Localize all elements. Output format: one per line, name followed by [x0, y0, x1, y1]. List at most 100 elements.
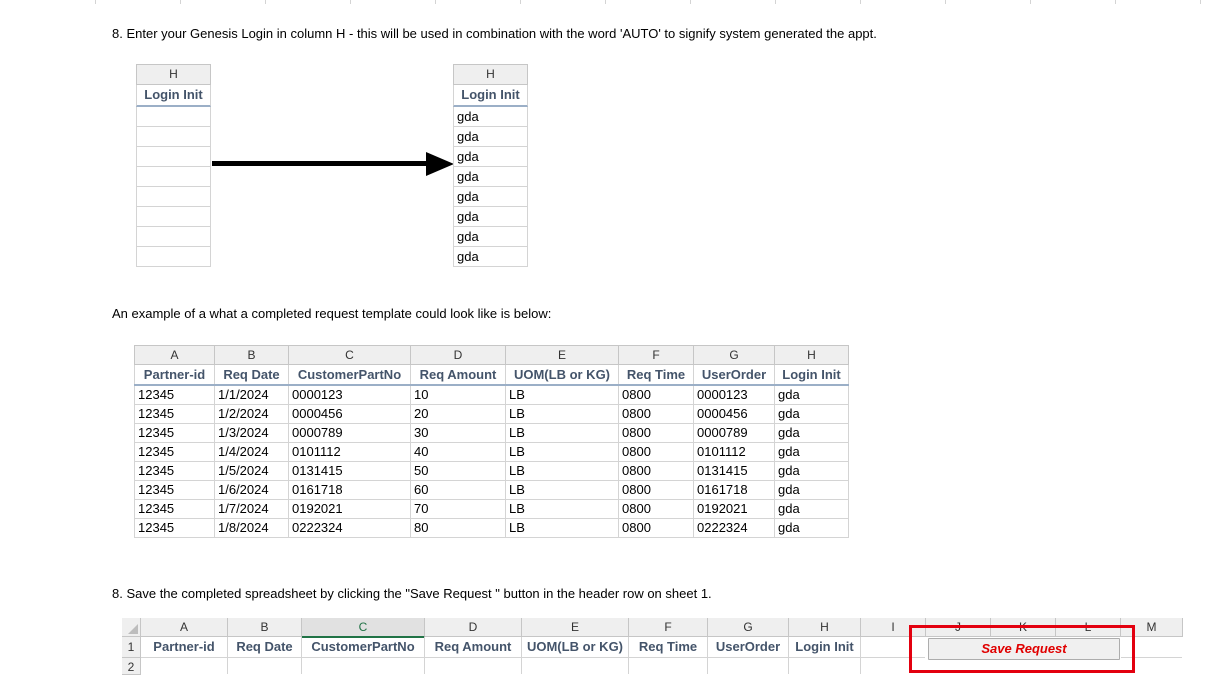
table-cell: gda [774, 404, 849, 424]
table-cell: gda [453, 107, 528, 127]
column-letter: A [134, 345, 215, 365]
table-cell: gda [774, 499, 849, 519]
column-letter: F [618, 345, 694, 365]
cell-customer-part-no-header[interactable]: CustomerPartNo [302, 637, 425, 658]
filled-login-column: H Login Init gda gda gda gda gda gda gda… [453, 64, 528, 267]
table-cell: 0800 [618, 423, 694, 443]
column-letter: H [136, 64, 211, 85]
column-letter: H [774, 345, 849, 365]
table-cell: 0800 [618, 499, 694, 519]
column-header-c[interactable]: C [302, 618, 425, 638]
table-cell: 12345 [134, 480, 215, 500]
table-row: 12345 1/7/2024 0192021 70 LB 0800 0192021 gda [134, 499, 849, 519]
table-cell [136, 107, 211, 127]
table-cell: 12345 [134, 384, 215, 405]
table-cell: 0800 [618, 404, 694, 424]
column-header-b[interactable]: B [228, 618, 302, 637]
cell-req-date-header[interactable]: Req Date [228, 637, 302, 658]
column-header: UserOrder [693, 364, 775, 386]
column-header-e[interactable]: E [522, 618, 629, 637]
table-cell: LB [505, 442, 619, 462]
table-cell: 0000123 [693, 384, 775, 405]
table-cell: 1/4/2024 [214, 442, 289, 462]
table-cell: LB [505, 423, 619, 443]
table-cell: 0800 [618, 442, 694, 462]
column-header: Login Init [774, 364, 849, 386]
column-header: Req Date [214, 364, 289, 386]
table-cell: 0800 [618, 480, 694, 500]
empty-login-column: H Login Init [136, 64, 211, 267]
column-header-f[interactable]: F [629, 618, 708, 637]
table-cell: 70 [410, 499, 506, 519]
table-cell: 10 [410, 384, 506, 405]
table-row: 12345 1/6/2024 0161718 60 LB 0800 0161718 gda [134, 480, 849, 500]
column-letter-row: A B C D E F G H [134, 345, 849, 365]
cell-partner-id-header[interactable]: Partner-id [141, 637, 228, 658]
table-cell: 1/1/2024 [214, 384, 289, 405]
column-header-h[interactable]: H [789, 618, 861, 637]
table-cell: 1/6/2024 [214, 480, 289, 500]
table-cell [136, 167, 211, 187]
cell-user-order-header[interactable]: UserOrder [708, 637, 789, 658]
table-cell: LB [505, 499, 619, 519]
column-header: CustomerPartNo [288, 364, 411, 386]
cell-req-amount-header[interactable]: Req Amount [425, 637, 522, 658]
column-header-g[interactable]: G [708, 618, 789, 637]
table-cell: 1/3/2024 [214, 423, 289, 443]
step-8-save-instruction: 8. Save the completed spreadsheet by cli… [112, 586, 712, 601]
table-cell: 60 [410, 480, 506, 500]
top-gridline-strip [0, 0, 1229, 4]
table-cell: 1/2/2024 [214, 404, 289, 424]
table-cell: gda [774, 518, 849, 538]
table-row: 12345 1/8/2024 0222324 80 LB 0800 0222324 gda [134, 518, 849, 538]
table-cell: gda [453, 127, 528, 147]
column-header-a[interactable]: A [141, 618, 228, 637]
table-cell: 50 [410, 461, 506, 481]
table-cell: 12345 [134, 442, 215, 462]
cell-uom-header[interactable]: UOM(LB or KG) [522, 637, 629, 658]
table-cell: 0161718 [288, 480, 411, 500]
table-cell [136, 187, 211, 207]
table-cell: 12345 [134, 499, 215, 519]
column-header-d[interactable]: D [425, 618, 522, 637]
table-cell: gda [774, 461, 849, 481]
table-cell: 20 [410, 404, 506, 424]
table-cell: 0222324 [288, 518, 411, 538]
row-header-1[interactable]: 1 [122, 637, 141, 658]
column-letter: H [453, 64, 528, 85]
table-cell: LB [505, 480, 619, 500]
table-cell: gda [453, 247, 528, 267]
right-arrow-icon [212, 152, 454, 176]
table-row: 12345 1/1/2024 0000123 10 LB 0800 0000123 gda [134, 384, 849, 405]
table-cell [136, 247, 211, 267]
table-cell: 0101112 [693, 442, 775, 462]
table-cell: 12345 [134, 518, 215, 538]
example-request-table: A B C D E F G H Partner-id Req Date Cust… [134, 345, 849, 538]
example-intro-text: An example of a what a completed request… [112, 306, 552, 321]
table-cell: gda [774, 480, 849, 500]
table-row: 12345 1/2/2024 0000456 20 LB 0800 0000456 gda [134, 404, 849, 424]
grid-line [424, 658, 425, 674]
header-row: Partner-id Req Date CustomerPartNo Req A… [134, 364, 849, 386]
table-cell: gda [453, 187, 528, 207]
step-8-login-instruction: 8. Enter your Genesis Login in column H … [112, 26, 877, 41]
table-cell: gda [774, 442, 849, 462]
row-header-2[interactable]: 2 [122, 658, 141, 675]
table-cell [136, 227, 211, 247]
table-cell: 0192021 [288, 499, 411, 519]
column-header: Req Time [618, 364, 694, 386]
table-cell: gda [453, 167, 528, 187]
column-header: Partner-id [134, 364, 215, 386]
table-cell: 12345 [134, 461, 215, 481]
select-all-corner[interactable] [122, 618, 141, 637]
cell-req-time-header[interactable]: Req Time [629, 637, 708, 658]
cell-login-init-header[interactable]: Login Init [789, 637, 861, 658]
grid-line [521, 658, 522, 674]
table-cell [136, 147, 211, 167]
column-letter: E [505, 345, 619, 365]
table-cell: 30 [410, 423, 506, 443]
grid-line [860, 658, 861, 674]
table-cell: 40 [410, 442, 506, 462]
table-cell: 0131415 [693, 461, 775, 481]
table-cell: 0000789 [288, 423, 411, 443]
